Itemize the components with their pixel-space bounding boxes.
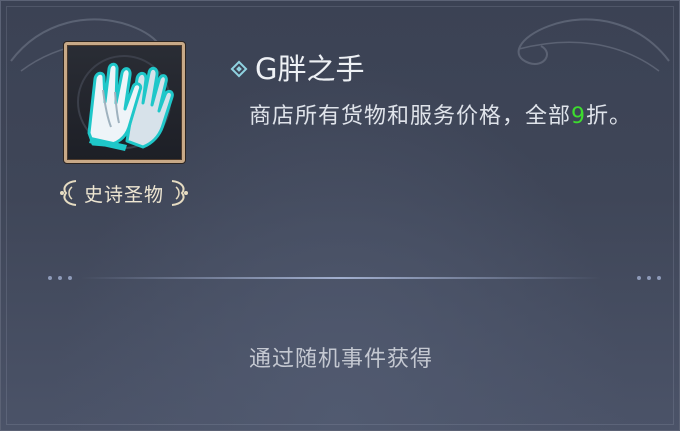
rarity-badge: 史诗圣物 xyxy=(47,173,201,213)
relic-description: 商店所有货物和服务价格，全部9折。 xyxy=(249,96,669,138)
description-suffix: 折。 xyxy=(586,104,633,129)
scroll-ornament-left-icon xyxy=(59,180,77,206)
white-gloves-icon xyxy=(77,55,174,151)
scroll-ornament-right-icon xyxy=(171,180,188,206)
section-divider xyxy=(81,277,601,279)
acquisition-source: 通过随机事件获得 xyxy=(248,347,433,372)
corner-flourish-right xyxy=(517,18,670,72)
relic-tooltip-card: 史诗圣物 G胖之手 商店所有货物和服务价格，全部9折。 通过随机事件获得 xyxy=(0,0,680,431)
relic-name: G胖之手 xyxy=(255,52,365,86)
diamond-bullet-icon xyxy=(230,60,248,78)
relic-icon-frame xyxy=(64,42,185,163)
rarity-label: 史诗圣物 xyxy=(83,183,164,206)
description-highlight-value: 9 xyxy=(571,104,587,129)
divider-dots-left xyxy=(48,276,72,280)
divider-dots-right xyxy=(637,276,661,280)
description-text: 商店所有货物和服务价格，全部 xyxy=(249,104,572,129)
